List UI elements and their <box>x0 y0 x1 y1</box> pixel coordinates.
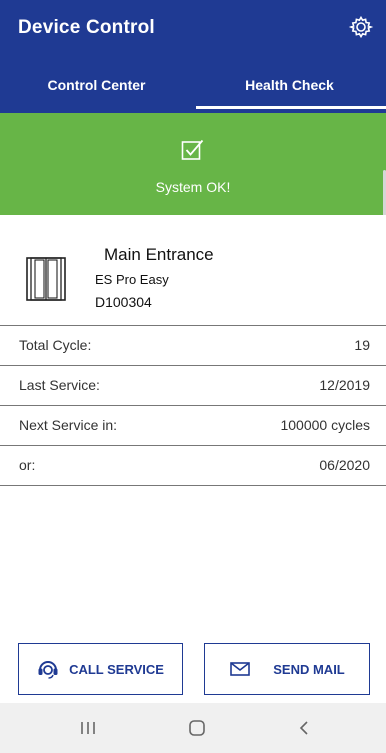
back-icon <box>299 721 308 735</box>
detail-row-last-service: Last Service: 12/2019 <box>0 365 386 405</box>
app-bar: Device Control Control Center Health Che… <box>0 0 386 113</box>
door-icon <box>26 257 66 301</box>
mail-icon <box>230 662 251 676</box>
detail-value: 12/2019 <box>319 377 370 393</box>
device-serial: D100304 <box>95 294 152 310</box>
tab-bar: Control Center Health Check <box>0 62 386 113</box>
app-title: Device Control <box>18 17 155 38</box>
detail-label: Next Service in: <box>19 417 118 433</box>
send-mail-button[interactable]: SEND MAIL <box>204 643 370 695</box>
status-text: System OK! <box>155 179 231 195</box>
detail-label: Last Service: <box>19 377 100 393</box>
system-nav-bar <box>0 703 386 753</box>
detail-row-or: or: 06/2020 <box>0 445 386 486</box>
active-tab-indicator <box>196 106 386 109</box>
recents-icon <box>81 722 95 734</box>
checkbox-checked-icon <box>181 139 204 160</box>
home-button[interactable] <box>157 703 237 753</box>
gear-icon[interactable] <box>348 14 374 40</box>
device-model: ES Pro Easy <box>95 272 169 287</box>
home-icon <box>189 720 205 736</box>
status-banner: System OK! <box>0 113 386 215</box>
detail-label: Total Cycle: <box>19 337 92 353</box>
detail-row-total-cycle: Total Cycle: 19 <box>0 325 386 365</box>
call-service-label: CALL SERVICE <box>69 661 164 677</box>
tab-control-center[interactable]: Control Center <box>0 62 193 113</box>
detail-value: 100000 cycles <box>280 417 370 433</box>
detail-label: or: <box>19 457 36 473</box>
device-name: Main Entrance <box>104 245 214 264</box>
call-service-button[interactable]: CALL SERVICE <box>18 643 183 695</box>
detail-row-next-service: Next Service in: 100000 cycles <box>0 405 386 445</box>
device-card: Main Entrance ES Pro Easy D100304 <box>0 215 386 325</box>
send-mail-label: SEND MAIL <box>273 661 345 677</box>
recents-button[interactable] <box>48 703 128 753</box>
detail-value: 06/2020 <box>319 457 370 473</box>
back-button[interactable] <box>264 703 344 753</box>
detail-value: 19 <box>354 337 370 353</box>
details-list: Total Cycle: 19 Last Service: 12/2019 Ne… <box>0 325 386 486</box>
action-bar: CALL SERVICE SEND MAIL <box>0 643 386 696</box>
headset-icon <box>38 661 58 679</box>
